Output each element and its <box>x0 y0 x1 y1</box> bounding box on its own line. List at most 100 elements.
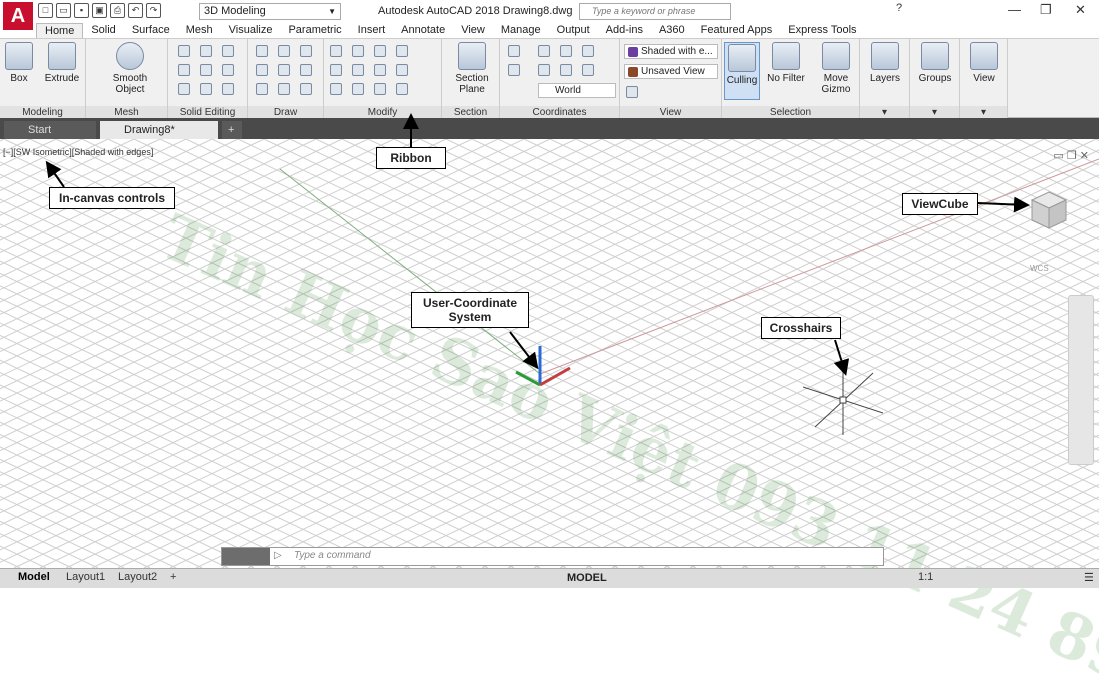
ucs-icon[interactable] <box>508 45 520 57</box>
wcs-label[interactable]: WCS <box>1030 264 1049 273</box>
undo-icon[interactable]: ↶ <box>128 3 143 18</box>
visual-style-dropdown[interactable]: Shaded with e... <box>624 44 718 59</box>
workspace-dropdown[interactable]: 3D Modeling ▼ <box>199 3 341 20</box>
rectangle-icon[interactable] <box>278 83 290 95</box>
line-icon[interactable] <box>278 45 290 57</box>
align-icon[interactable] <box>352 83 364 95</box>
union-icon[interactable] <box>178 45 190 57</box>
restore-button[interactable]: ❐ <box>1040 2 1052 18</box>
layers-button[interactable]: Layers <box>868 42 902 84</box>
save-icon[interactable]: ▪ <box>74 3 89 18</box>
circle-icon[interactable] <box>278 64 290 76</box>
tab-layout2[interactable]: Layout2 <box>118 571 157 583</box>
tab-layout1[interactable]: Layout1 <box>66 571 105 583</box>
3d-mirror-icon[interactable] <box>374 83 386 95</box>
saved-view-dropdown[interactable]: Unsaved View <box>624 64 718 79</box>
navigation-bar[interactable] <box>1068 295 1094 465</box>
copy-icon[interactable] <box>374 45 386 57</box>
scale-icon[interactable] <box>396 64 408 76</box>
rotate-icon[interactable] <box>352 45 364 57</box>
region-icon[interactable] <box>300 83 312 95</box>
shell-icon[interactable] <box>200 83 212 95</box>
redo-icon[interactable]: ↷ <box>146 3 161 18</box>
ucs-world-icon[interactable] <box>538 45 550 57</box>
annotation-scale[interactable]: 1:1 <box>918 571 933 583</box>
tab-a360[interactable]: A360 <box>651 23 693 38</box>
move-gizmo-button[interactable]: Move Gizmo <box>816 42 856 95</box>
move-icon[interactable] <box>330 45 342 57</box>
array-icon[interactable] <box>396 83 408 95</box>
intersect-icon[interactable] <box>222 45 234 57</box>
model-space-button[interactable]: MODEL <box>567 572 607 584</box>
tab-view[interactable]: View <box>453 23 493 38</box>
tab-manage[interactable]: Manage <box>493 23 549 38</box>
tab-parametric[interactable]: Parametric <box>280 23 349 38</box>
viewport-config-icon[interactable] <box>626 86 638 98</box>
tab-add-ins[interactable]: Add-ins <box>598 23 651 38</box>
no-filter-label: No Filter <box>767 73 805 84</box>
tab-drawing[interactable]: Drawing8* <box>100 121 218 139</box>
tab-mesh[interactable]: Mesh <box>178 23 221 38</box>
viewport-controls[interactable]: [−][SW Isometric][Shaded with edges] <box>3 147 153 157</box>
tab-annotate[interactable]: Annotate <box>393 23 453 38</box>
arc-icon[interactable] <box>300 45 312 57</box>
command-input[interactable]: Type a command <box>294 550 371 561</box>
slice-icon[interactable] <box>178 64 190 76</box>
new-icon[interactable]: □ <box>38 3 53 18</box>
spline-icon[interactable] <box>256 64 268 76</box>
imprint-icon[interactable] <box>222 64 234 76</box>
section-plane-button[interactable]: Section Plane <box>452 42 492 95</box>
tab-solid[interactable]: Solid <box>83 23 123 38</box>
polyline-icon[interactable] <box>256 45 268 57</box>
polygon-icon[interactable] <box>256 83 268 95</box>
erase-icon[interactable] <box>330 83 342 95</box>
ucs-x-icon[interactable] <box>560 45 572 57</box>
groups-button[interactable]: Groups <box>918 42 952 84</box>
mirror-icon[interactable] <box>330 64 342 76</box>
viewport-window-controls[interactable]: ▭ ❐ ✕ <box>1053 149 1089 162</box>
command-line-grip[interactable] <box>222 548 270 565</box>
ucs-origin-icon[interactable] <box>508 64 520 76</box>
ucs-zaxis-icon[interactable] <box>538 64 550 76</box>
new-tab-button[interactable]: + <box>222 121 242 139</box>
minimize-button[interactable]: — <box>1008 2 1021 17</box>
offset-icon[interactable] <box>352 64 364 76</box>
no-filter-button[interactable]: No Filter <box>766 42 806 84</box>
tab-home[interactable]: Home <box>36 23 84 38</box>
command-line[interactable]: ▷ Type a command <box>221 547 884 566</box>
ucs-dropdown[interactable]: World <box>538 83 616 98</box>
ellipse-icon[interactable] <box>300 64 312 76</box>
fillet-edge-icon[interactable] <box>222 83 234 95</box>
extrude-button[interactable]: Extrude <box>44 42 80 84</box>
tab-start[interactable]: Start <box>4 121 96 139</box>
thicken-icon[interactable] <box>200 64 212 76</box>
trim-icon[interactable] <box>396 45 408 57</box>
ucs-y-icon[interactable] <box>582 45 594 57</box>
add-layout-button[interactable]: + <box>170 571 176 583</box>
tab-featured-apps[interactable]: Featured Apps <box>693 23 781 38</box>
infocenter-help[interactable]: ? <box>896 2 902 14</box>
print-icon[interactable]: ⎙ <box>110 3 125 18</box>
tab-insert[interactable]: Insert <box>350 23 394 38</box>
save-as-icon[interactable]: ▣ <box>92 3 107 18</box>
tab-surface[interactable]: Surface <box>124 23 178 38</box>
culling-button[interactable]: Culling <box>724 42 760 100</box>
open-icon[interactable]: ▭ <box>56 3 71 18</box>
close-button[interactable]: ✕ <box>1075 2 1086 18</box>
tab-express-tools[interactable]: Express Tools <box>780 23 864 38</box>
tab-output[interactable]: Output <box>549 23 598 38</box>
ucs-3point-icon[interactable] <box>560 64 572 76</box>
separate-icon[interactable] <box>178 83 190 95</box>
view-button[interactable]: View <box>968 42 1000 84</box>
search-input[interactable]: Type a keyword or phrase <box>579 3 731 20</box>
customization-icon[interactable]: ☰ <box>1084 571 1094 584</box>
stretch-icon[interactable] <box>374 64 386 76</box>
viewcube[interactable] <box>1030 190 1068 230</box>
ucs-view-icon[interactable] <box>582 64 594 76</box>
tab-visualize[interactable]: Visualize <box>221 23 281 38</box>
smooth-object-button[interactable]: Smooth Object <box>110 42 150 95</box>
subtract-icon[interactable] <box>200 45 212 57</box>
application-menu-button[interactable]: A <box>3 2 33 30</box>
tab-model[interactable]: Model <box>18 571 50 583</box>
box-button[interactable]: Box <box>4 42 34 84</box>
